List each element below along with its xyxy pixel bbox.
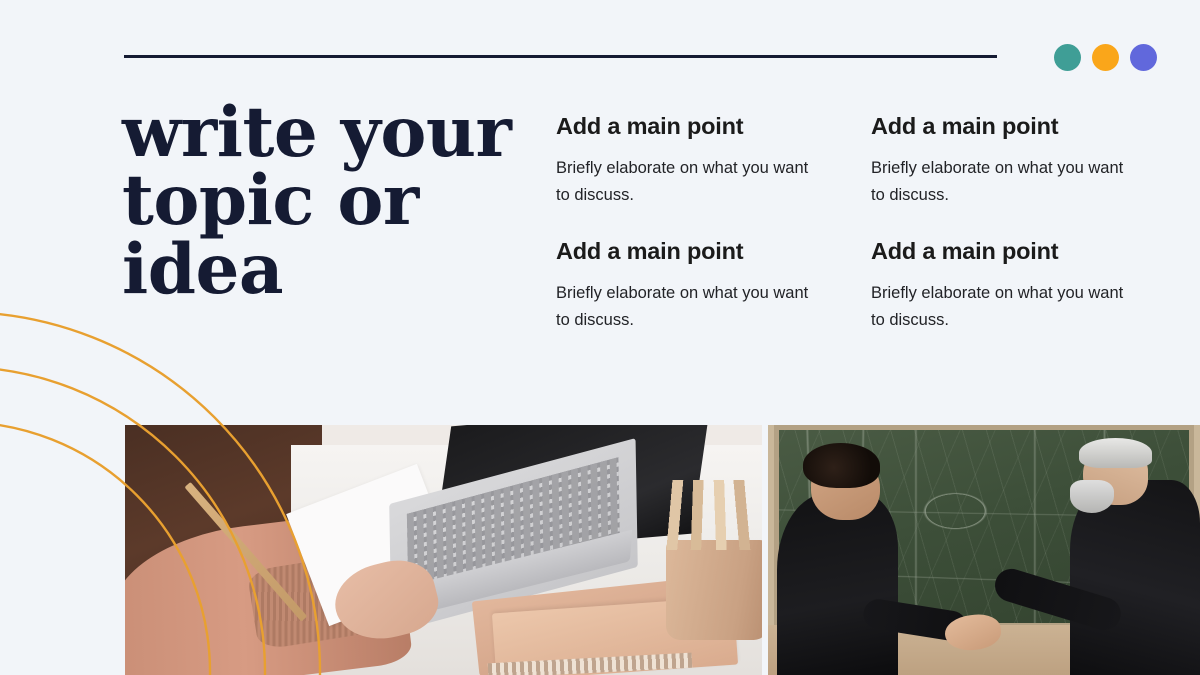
main-point-heading: Add a main point [556,113,744,139]
title-line-1: write your [122,92,512,173]
dot-orange [1092,44,1119,71]
title-line-3: idea [122,228,284,310]
main-point-heading: Add a main point [871,237,1059,264]
title-line-2: topic or [122,160,419,242]
main-point-4: Add a main point Briefly elaborate on wh… [871,237,1133,334]
main-point-body: Briefly elaborate on what you want to di… [871,159,1124,204]
slide-canvas: write your topic or idea Add a main poin… [0,0,1200,675]
dot-teal [1054,44,1081,71]
main-point-1: Add a main point Briefly elaborate on wh… [556,112,818,209]
dot-purple [1130,44,1157,71]
photo-strip [125,425,1200,675]
pencil-cup [666,540,762,640]
main-point-heading: Add a main point [556,237,744,264]
main-point-body: Briefly elaborate on what you want to di… [556,159,809,204]
header-rule [124,55,997,58]
photo-desk-writing [125,425,762,675]
main-point-heading: Add a main point [871,113,1059,139]
photo-classroom-handshake [768,425,1200,675]
classroom-illustration [768,425,1200,675]
professor-hair [1079,437,1153,468]
main-point-2: Add a main point Briefly elaborate on wh… [871,112,1133,209]
main-point-body: Briefly elaborate on what you want to di… [871,283,1124,329]
desk-scene-illustration [125,425,762,675]
student-body [776,492,898,675]
decorative-dots [1054,44,1157,71]
main-points-grid: Add a main point Briefly elaborate on wh… [556,112,1146,333]
main-point-body: Briefly elaborate on what you want to di… [556,283,809,329]
slide-title: write your topic or idea [122,92,522,310]
student-hair [802,442,881,488]
professor-beard [1070,480,1114,513]
pencils [666,480,762,550]
main-point-3: Add a main point Briefly elaborate on wh… [556,237,818,334]
